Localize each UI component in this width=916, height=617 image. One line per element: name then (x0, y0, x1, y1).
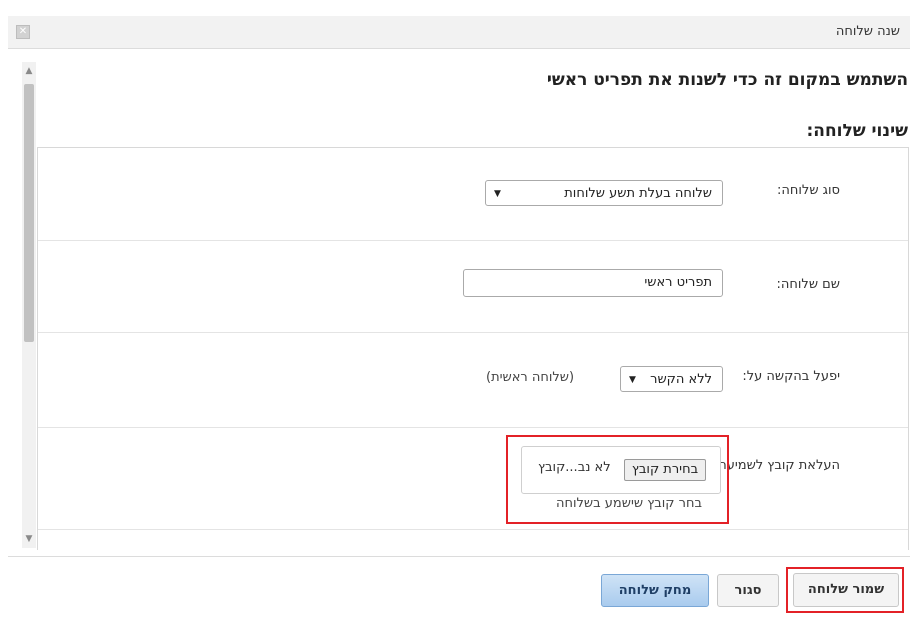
section-title: שינוי שלוחה: (806, 121, 908, 141)
scrollbar-thumb[interactable] (24, 84, 34, 342)
dialog-footer: שמור שלוחה סגור מחק שלוחה (8, 556, 910, 617)
choose-file-label: בחירת קובץ (631, 462, 699, 477)
form-row-type: סוג שלוחה: שלוחה בעלת תשע שלוחות ▼ (38, 148, 908, 241)
dropdown-arrow-icon: ▼ (629, 375, 636, 385)
page-heading: השתמש במקום זה כדי לשנות את תפריט ראשי (546, 70, 908, 90)
close-icon[interactable]: ✕ (16, 25, 30, 39)
name-label: שם שלוחה: (776, 277, 840, 292)
activate-select-value: ללא הקשר (650, 372, 712, 387)
form-row-next (38, 529, 908, 550)
extension-form: סוג שלוחה: שלוחה בעלת תשע שלוחות ▼ שם של… (37, 147, 909, 550)
upload-hint: בחר קובץ שישמע בשלוחה (556, 496, 702, 511)
activate-select[interactable]: ללא הקשר ▼ (620, 366, 723, 392)
type-select-value: שלוחה בעלת תשע שלוחות (564, 186, 712, 201)
form-row-upload: העלאת קובץ לשמיעה: בחירת קובץ לא נב...קו… (38, 427, 908, 530)
file-picker[interactable]: בחירת קובץ לא נב...קובץ (521, 446, 721, 494)
form-row-name: שם שלוחה: תפריט ראשי (38, 240, 908, 333)
vertical-scrollbar[interactable]: ▲ ▼ (22, 62, 36, 548)
scroll-up-icon[interactable]: ▲ (22, 64, 36, 78)
activate-hint: (שלוחה ראשית) (486, 370, 575, 385)
name-field-value: תפריט ראשי (644, 275, 712, 290)
name-field[interactable]: תפריט ראשי (463, 269, 723, 297)
file-status: לא נב...קובץ (538, 460, 611, 475)
close-button[interactable]: סגור (717, 574, 779, 607)
delete-button[interactable]: מחק שלוחה (601, 574, 709, 607)
change-extension-dialog: שנה שלוחה ✕ ▲ ▼ השתמש במקום זה כדי לשנות… (0, 0, 916, 617)
dropdown-arrow-icon: ▼ (494, 189, 501, 199)
activate-label: יפעל בהקשה על: (742, 369, 840, 384)
save-button[interactable]: שמור שלוחה (793, 573, 899, 607)
upload-label: העלאת קובץ לשמיעה: (713, 458, 840, 473)
dialog-titlebar: שנה שלוחה ✕ (8, 16, 910, 49)
form-row-activate: יפעל בהקשה על: ללא הקשר ▼ (שלוחה ראשית) (38, 332, 908, 428)
scroll-down-icon[interactable]: ▼ (22, 532, 36, 546)
choose-file-button[interactable]: בחירת קובץ (624, 459, 706, 481)
type-label: סוג שלוחה: (777, 183, 840, 198)
dialog-title: שנה שלוחה (835, 24, 900, 39)
type-select[interactable]: שלוחה בעלת תשע שלוחות ▼ (485, 180, 723, 206)
